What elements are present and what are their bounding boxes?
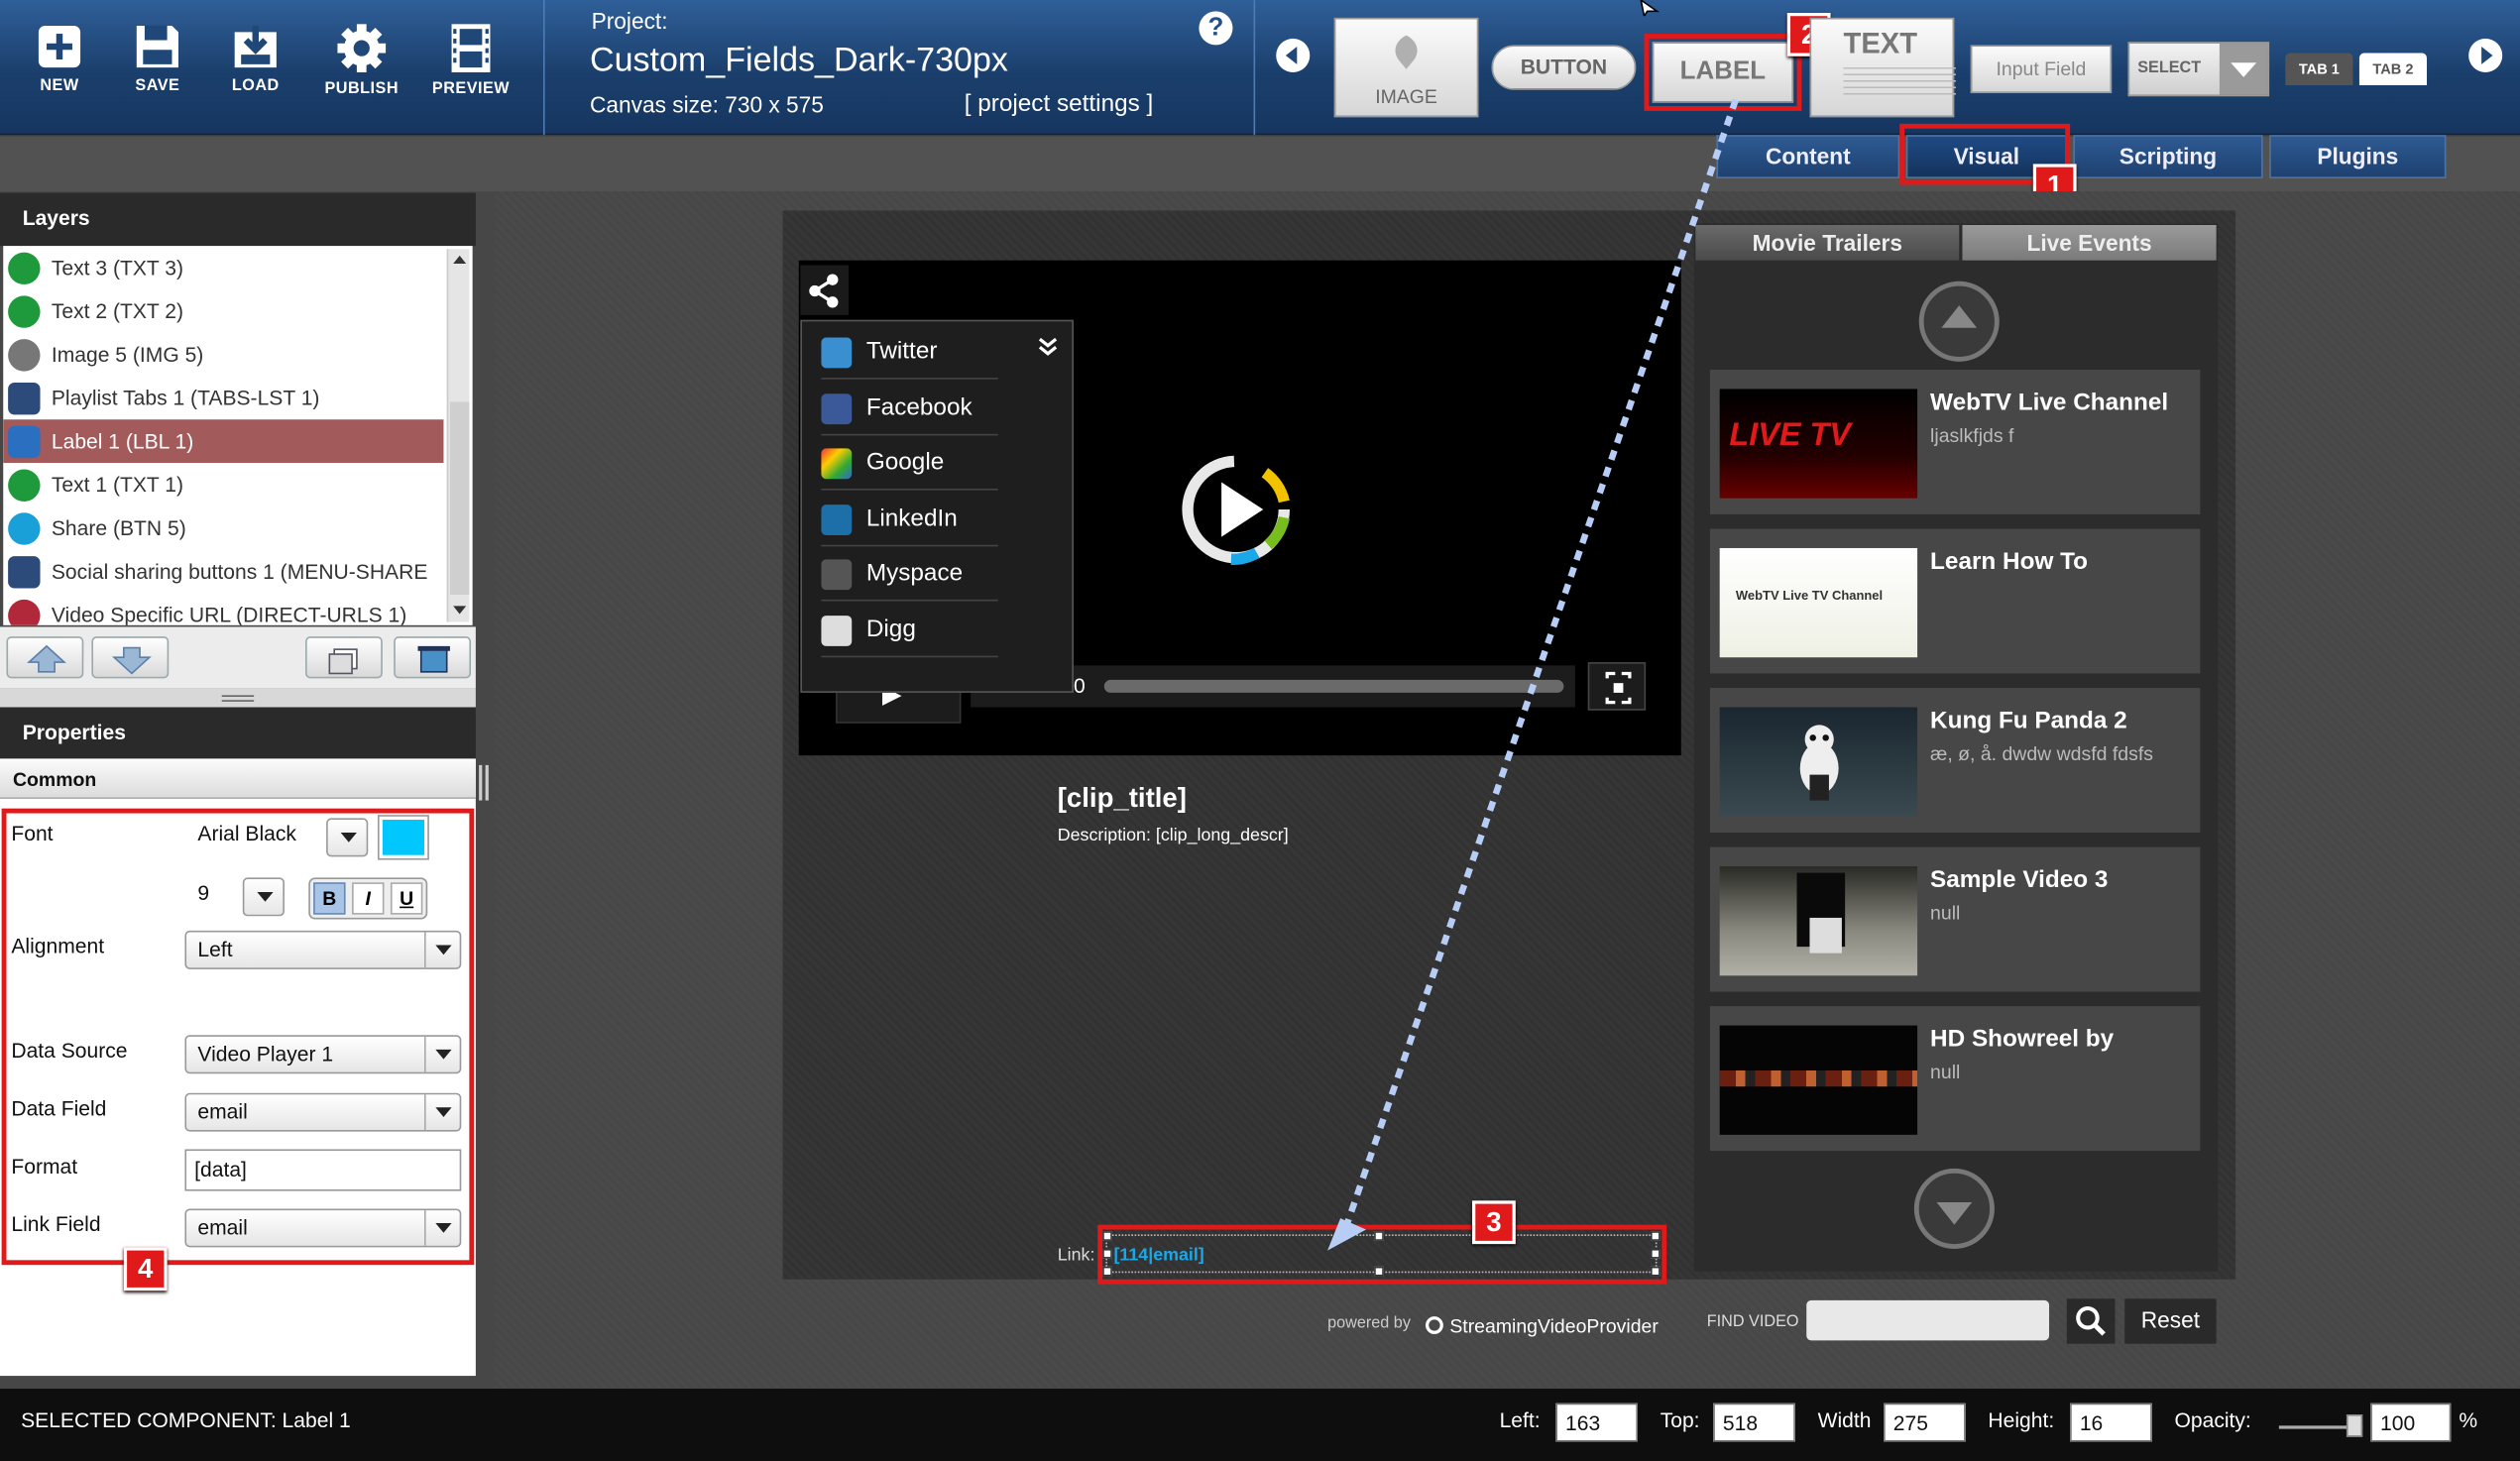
height-label: Height: — [1988, 1407, 2055, 1432]
height-input[interactable]: 16 — [2070, 1403, 2152, 1442]
top-label: Top: — [1660, 1407, 1700, 1432]
search-button[interactable] — [2066, 1298, 2116, 1344]
top-input[interactable]: 518 — [1713, 1403, 1795, 1442]
selected-component-text: SELECTED COMPONENT: Label 1 — [21, 1407, 351, 1432]
provider-logo-icon — [1426, 1316, 1443, 1334]
opacity-input[interactable]: 100 — [2370, 1403, 2452, 1442]
find-video-label: FIND VIDEO — [1706, 1312, 1799, 1331]
width-input[interactable]: 275 — [1884, 1403, 1966, 1442]
cursor-icon — [1640, 0, 1661, 17]
left-input[interactable]: 163 — [1555, 1403, 1639, 1442]
left-label: Left: — [1499, 1407, 1541, 1432]
app-window: NEW SAVE LOAD PUBLISH PREVIEW Project: C… — [0, 0, 2520, 1461]
provider-name: StreamingVideoProvider — [1449, 1314, 1659, 1338]
drag-arrow — [1327, 98, 1739, 1251]
powered-by-label: powered by — [1327, 1314, 1411, 1333]
opacity-slider-handle[interactable] — [2346, 1414, 2363, 1437]
search-icon — [2076, 1305, 2106, 1336]
percent-label: % — [2459, 1407, 2478, 1432]
opacity-label: Opacity: — [2174, 1407, 2251, 1432]
reset-button[interactable]: Reset — [2124, 1298, 2217, 1344]
find-video-input[interactable] — [1806, 1299, 2050, 1341]
width-label: Width — [1817, 1407, 1872, 1432]
